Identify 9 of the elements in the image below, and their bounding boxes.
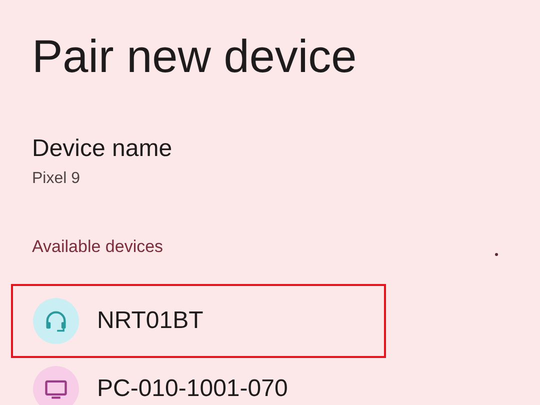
- device-item[interactable]: NRT01BT: [11, 284, 386, 358]
- device-name-value: Pixel 9: [32, 169, 80, 189]
- headset-icon: [33, 298, 79, 344]
- device-name: PC-010-1001-070: [97, 374, 288, 404]
- device-name-label: Device name: [32, 134, 172, 164]
- page-title: Pair new device: [31, 29, 357, 84]
- computer-icon: [33, 366, 79, 405]
- section-heading: Available devices: [32, 236, 164, 258]
- device-name: NRT01BT: [97, 306, 204, 336]
